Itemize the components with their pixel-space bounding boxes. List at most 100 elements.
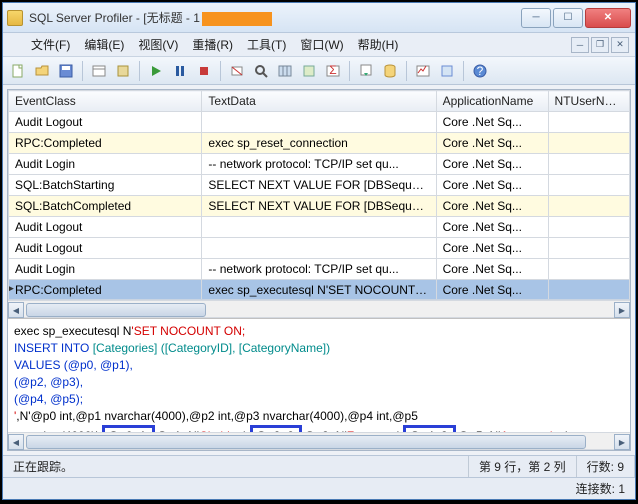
bookmark-button[interactable] bbox=[298, 60, 320, 82]
scroll-thumb[interactable] bbox=[26, 435, 586, 449]
cell-app: Core .Net Sq... bbox=[436, 133, 548, 154]
templates-button[interactable] bbox=[112, 60, 134, 82]
pause-button[interactable] bbox=[169, 60, 191, 82]
autoscroll-button[interactable] bbox=[355, 60, 377, 82]
menu-window[interactable]: 窗口(W) bbox=[294, 34, 349, 55]
new-trace-button[interactable] bbox=[7, 60, 29, 82]
col-textdata[interactable]: TextData bbox=[202, 91, 436, 112]
stop-button[interactable] bbox=[193, 60, 215, 82]
app-window: SQL Server Profiler - [无标题 - 1 ─ ☐ ✕ 文件(… bbox=[2, 2, 636, 500]
clear-button[interactable] bbox=[226, 60, 248, 82]
cell-td: exec sp_reset_connection bbox=[202, 133, 436, 154]
cell-td: -- network protocol: TCP/IP set qu... bbox=[202, 259, 436, 280]
scroll-left-button[interactable]: ◀ bbox=[8, 302, 24, 318]
trace-table: EventClass TextData ApplicationName NTUs… bbox=[8, 90, 630, 300]
cell-nt bbox=[548, 196, 629, 217]
status-connections: 连接数: 1 bbox=[566, 478, 635, 499]
cell-td: exec sp_executesql N'SET NOCOUNT ON... bbox=[202, 280, 436, 301]
scroll-right-button[interactable]: ▶ bbox=[614, 302, 630, 318]
cell-app: Core .Net Sq... bbox=[436, 112, 548, 133]
mdi-icon bbox=[9, 38, 23, 52]
cell-nt bbox=[548, 133, 629, 154]
status-position: 第 9 行，第 2 列 bbox=[469, 456, 577, 477]
client-area: EventClass TextData ApplicationName NTUs… bbox=[7, 89, 631, 451]
status-rows: 行数: 9 bbox=[577, 456, 635, 477]
perfmon-button[interactable] bbox=[412, 60, 434, 82]
cell-ev: Audit Logout bbox=[9, 217, 202, 238]
titlebar[interactable]: SQL Server Profiler - [无标题 - 1 ─ ☐ ✕ bbox=[3, 3, 635, 33]
scroll-thumb[interactable] bbox=[26, 303, 206, 317]
cell-td: SELECT NEXT VALUE FOR [DBSequenceHiLo] bbox=[202, 175, 436, 196]
find-button[interactable] bbox=[250, 60, 272, 82]
database-button[interactable] bbox=[379, 60, 401, 82]
cell-app: Core .Net Sq... bbox=[436, 259, 548, 280]
cell-ev: Audit Logout bbox=[9, 238, 202, 259]
cell-app: Core .Net Sq... bbox=[436, 196, 548, 217]
table-row[interactable]: Audit Logout Core .Net Sq... bbox=[9, 217, 630, 238]
menu-file[interactable]: 文件(F) bbox=[25, 34, 76, 55]
aggregate-button[interactable]: Σ bbox=[322, 60, 344, 82]
table-row[interactable]: Audit Login-- network protocol: TCP/IP s… bbox=[9, 259, 630, 280]
table-row[interactable]: Audit Login-- network protocol: TCP/IP s… bbox=[9, 154, 630, 175]
cell-app: Core .Net Sq... bbox=[436, 217, 548, 238]
col-eventclass[interactable]: EventClass bbox=[9, 91, 202, 112]
table-row[interactable]: Audit Logout Core .Net Sq... bbox=[9, 238, 630, 259]
tuning-button[interactable] bbox=[436, 60, 458, 82]
scroll-left-button[interactable]: ◀ bbox=[8, 434, 24, 450]
table-row[interactable]: Audit Logout Core .Net Sq... bbox=[9, 112, 630, 133]
cell-nt bbox=[548, 175, 629, 196]
menu-view[interactable]: 视图(V) bbox=[132, 34, 184, 55]
trace-grid[interactable]: EventClass TextData ApplicationName NTUs… bbox=[8, 90, 630, 300]
cell-td bbox=[202, 217, 436, 238]
menu-replay[interactable]: 重播(R) bbox=[186, 34, 239, 55]
svg-text:?: ? bbox=[477, 64, 484, 78]
menu-edit[interactable]: 编辑(E) bbox=[78, 34, 130, 55]
cell-nt bbox=[548, 280, 629, 301]
mdi-close-button[interactable]: ✕ bbox=[611, 37, 629, 53]
cell-nt bbox=[548, 112, 629, 133]
minimize-button[interactable]: ─ bbox=[521, 8, 551, 28]
menu-help[interactable]: 帮助(H) bbox=[352, 34, 405, 55]
mdi-restore-button[interactable]: ❐ bbox=[591, 37, 609, 53]
menubar: 文件(F) 编辑(E) 视图(V) 重播(R) 工具(T) 窗口(W) 帮助(H… bbox=[3, 33, 635, 57]
cell-ev: RPC:Completed bbox=[9, 133, 202, 154]
cell-nt bbox=[548, 259, 629, 280]
detail-hscroll[interactable]: ◀ ▶ bbox=[8, 432, 630, 450]
mdi-minimize-button[interactable]: ─ bbox=[571, 37, 589, 53]
cell-td: -- network protocol: TCP/IP set qu... bbox=[202, 154, 436, 175]
cell-td: SELECT NEXT VALUE FOR [DBSequenceHiLo] bbox=[202, 196, 436, 217]
columns-button[interactable] bbox=[274, 60, 296, 82]
cell-ev: Audit Logout bbox=[9, 112, 202, 133]
cell-nt bbox=[548, 154, 629, 175]
highlight-box-1: @p0=1, bbox=[102, 425, 155, 432]
cell-ev: Audit Login bbox=[9, 259, 202, 280]
status-tracing: 正在跟踪。 bbox=[3, 456, 469, 477]
app-icon bbox=[7, 10, 23, 26]
grid-hscroll[interactable]: ◀ ▶ bbox=[8, 300, 630, 318]
table-row[interactable]: RPC:Completedexec sp_reset_connectionCor… bbox=[9, 133, 630, 154]
table-row[interactable]: RPC:Completedexec sp_executesql N'SET NO… bbox=[9, 280, 630, 301]
col-appname[interactable]: ApplicationName bbox=[436, 91, 548, 112]
cell-ev: SQL:BatchStarting bbox=[9, 175, 202, 196]
cell-ev: RPC:Completed bbox=[9, 280, 202, 301]
cell-ev: SQL:BatchCompleted bbox=[9, 196, 202, 217]
close-button[interactable]: ✕ bbox=[585, 8, 631, 28]
table-row[interactable]: SQL:BatchStartingSELECT NEXT VALUE FOR [… bbox=[9, 175, 630, 196]
scroll-right-button[interactable]: ▶ bbox=[614, 434, 630, 450]
redacted-mask bbox=[202, 12, 272, 26]
svg-text:Σ: Σ bbox=[329, 63, 336, 77]
menu-tools[interactable]: 工具(T) bbox=[241, 34, 292, 55]
col-ntuser[interactable]: NTUserName bbox=[548, 91, 629, 112]
properties-button[interactable] bbox=[88, 60, 110, 82]
save-button[interactable] bbox=[55, 60, 77, 82]
run-button[interactable] bbox=[145, 60, 167, 82]
help-button[interactable]: ? bbox=[469, 60, 491, 82]
cell-td bbox=[202, 112, 436, 133]
detail-pane[interactable]: exec sp_executesql N'SET NOCOUNT ON; INS… bbox=[8, 318, 630, 432]
cell-app: Core .Net Sq... bbox=[436, 238, 548, 259]
maximize-button[interactable]: ☐ bbox=[553, 8, 583, 28]
cell-td bbox=[202, 238, 436, 259]
table-row[interactable]: SQL:BatchCompletedSELECT NEXT VALUE FOR … bbox=[9, 196, 630, 217]
open-button[interactable] bbox=[31, 60, 53, 82]
cell-ev: Audit Login bbox=[9, 154, 202, 175]
